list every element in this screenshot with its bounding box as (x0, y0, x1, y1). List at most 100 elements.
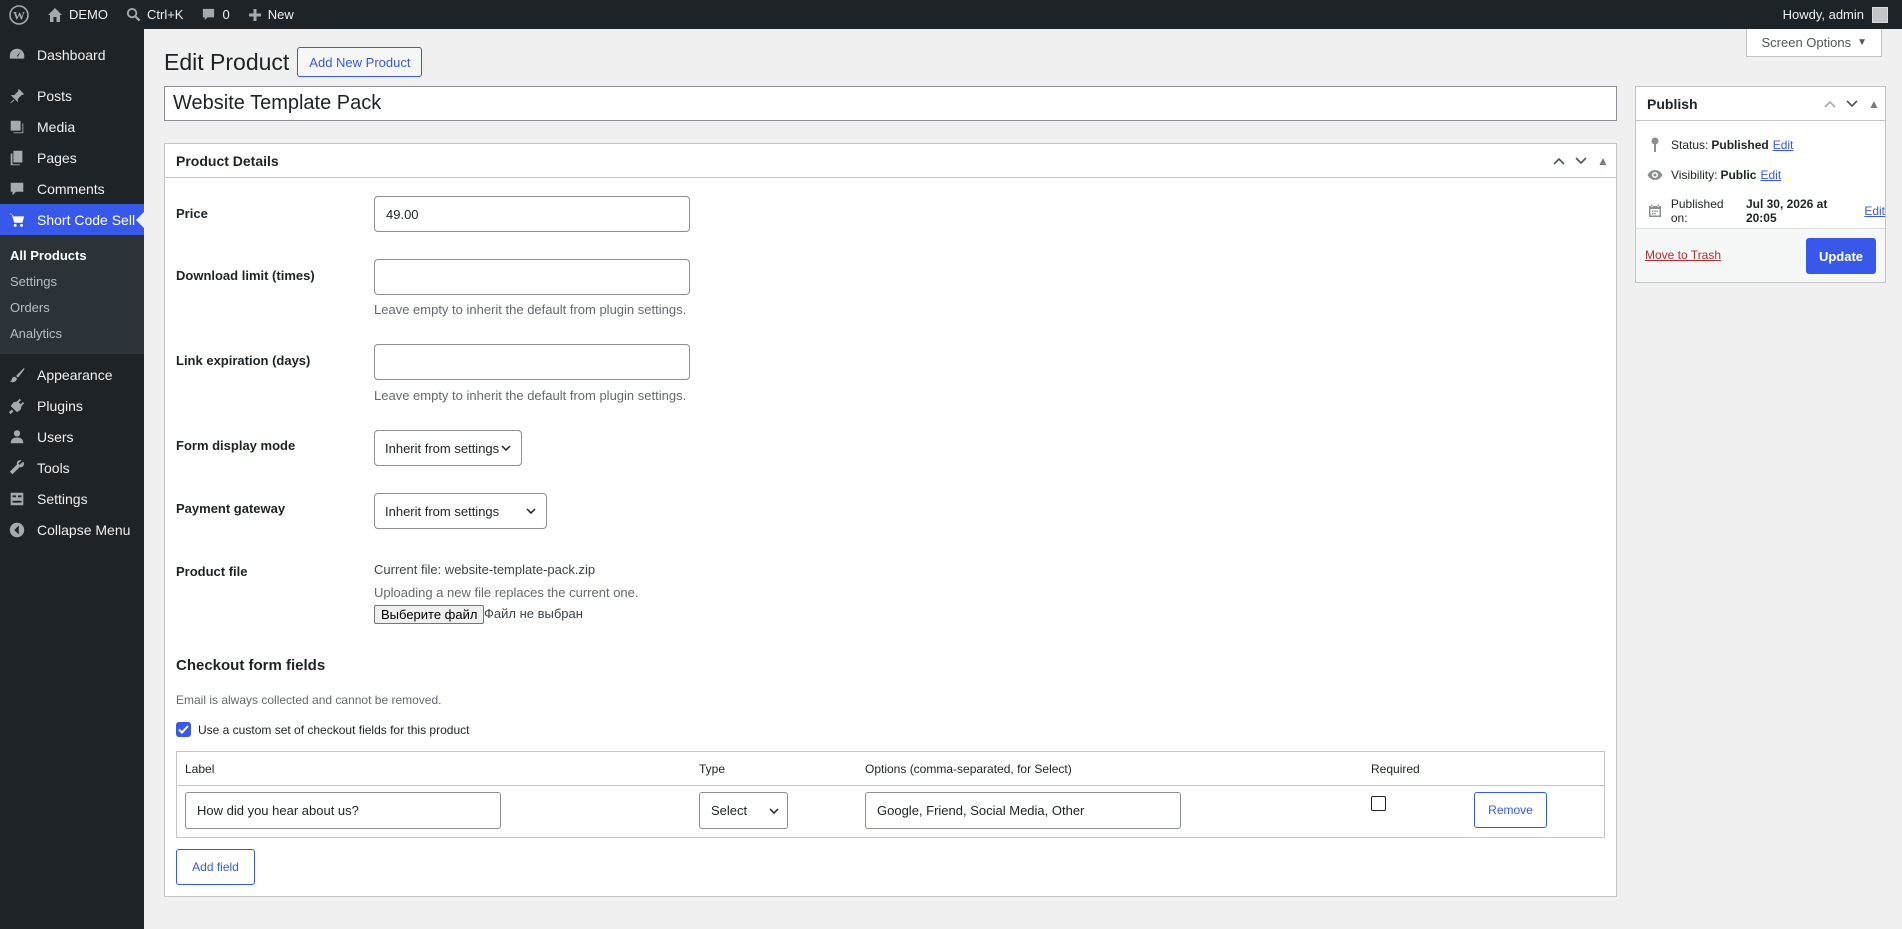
edit-date-link[interactable]: Edit (1864, 204, 1885, 218)
toggle-panel-icon[interactable]: ▲ (1863, 87, 1885, 121)
remove-field-button[interactable]: Remove (1474, 792, 1547, 828)
media-icon (7, 117, 27, 137)
form-display-mode-select[interactable]: Inherit from settings (374, 430, 522, 466)
submenu-item-analytics[interactable]: Analytics (0, 320, 144, 346)
sidebar-item-appearance[interactable]: Appearance (0, 359, 144, 390)
price-label: Price (176, 206, 208, 221)
comments-count: 0 (222, 7, 230, 22)
move-down-icon[interactable] (1841, 87, 1863, 121)
file-replace-note: Uploading a new file replaces the curren… (374, 585, 639, 600)
field-required-checkbox[interactable] (1371, 796, 1386, 811)
move-up-icon[interactable] (1819, 87, 1841, 121)
page-title: Edit Product (164, 48, 290, 75)
checkout-fields-table: Label Type Options (comma-separated, for… (176, 751, 1605, 838)
status-value: Published (1711, 138, 1769, 152)
sidebar-item-label: Pages (37, 149, 77, 166)
post-title-input[interactable]: Website Template Pack (164, 86, 1617, 121)
sidebar-item-label: Plugins (37, 397, 83, 414)
published-on-value: Jul 30, 2026 at 20:05 (1745, 197, 1828, 225)
plus-icon (248, 8, 262, 22)
link-expiration-label: Link expiration (days) (176, 353, 311, 368)
new-content-link[interactable]: New (239, 0, 303, 29)
command-palette-link[interactable]: Ctrl+K (117, 0, 192, 29)
product-details-title: Product Details (176, 152, 279, 169)
move-down-icon[interactable] (1570, 144, 1592, 178)
field-options-input[interactable]: Google, Friend, Social Media, Other (865, 792, 1181, 829)
admin-bar: W DEMO Ctrl+K 0 New Howdy, admin (0, 0, 1902, 29)
download-limit-description: Leave empty to inherit the default from … (374, 302, 687, 317)
collapse-icon (7, 520, 27, 540)
publish-header: Publish ▲ (1636, 87, 1885, 121)
edit-visibility-link[interactable]: Edit (1760, 168, 1781, 182)
sidebar-item-pages[interactable]: Pages (0, 142, 144, 173)
download-limit-input[interactable] (374, 259, 690, 295)
column-header-required: Required (1371, 762, 1420, 776)
admin-sidebar: Dashboard Posts Media Pages Comments Sho… (0, 29, 144, 929)
sidebar-item-label: Tools (37, 459, 70, 476)
table-header: Label Type Options (comma-separated, for… (177, 752, 1604, 786)
collapse-menu-button[interactable]: Collapse Menu (0, 514, 144, 545)
link-expiration-input[interactable] (374, 344, 690, 380)
sidebar-item-label: Dashboard (37, 46, 106, 63)
no-file-chosen-text: Файл не выбран (484, 606, 583, 621)
edit-status-link[interactable]: Edit (1773, 138, 1794, 152)
form-display-mode-value: Inherit from settings (385, 440, 500, 456)
submenu-item-settings[interactable]: Settings (0, 268, 144, 294)
checkout-fields-title: Checkout form fields (176, 657, 326, 674)
custom-fields-checkbox[interactable] (176, 722, 191, 737)
sidebar-item-settings[interactable]: Settings (0, 483, 144, 514)
field-type-select[interactable]: Select (699, 792, 788, 829)
publish-box: Publish ▲ Status: Published Edit Visibil… (1635, 86, 1886, 283)
visibility-value: Public (1720, 168, 1757, 182)
custom-fields-checkbox-row[interactable]: Use a custom set of checkout fields for … (176, 722, 469, 737)
price-input[interactable]: 49.00 (374, 196, 690, 232)
sidebar-item-label: Settings (37, 490, 88, 507)
comments-link[interactable]: 0 (192, 0, 238, 29)
choose-file-button[interactable]: Выберите файл (374, 605, 485, 624)
sidebar-item-label: Media (37, 118, 76, 135)
plugin-icon (7, 396, 27, 416)
sidebar-item-plugins[interactable]: Plugins (0, 390, 144, 421)
caret-down-icon: ▼ (1857, 37, 1867, 48)
move-up-icon[interactable] (1548, 144, 1570, 178)
sidebar-item-label: Posts (37, 87, 73, 104)
add-field-button[interactable]: Add field (176, 849, 255, 885)
sidebar-item-media[interactable]: Media (0, 111, 144, 142)
screen-options-button[interactable]: Screen Options ▼ (1746, 29, 1882, 57)
my-account-link[interactable]: Howdy, admin (1774, 0, 1902, 29)
users-icon (7, 427, 27, 447)
sidebar-item-label: Users (37, 428, 74, 445)
cart-icon (7, 210, 27, 230)
product-details-box: Product Details ▲ Price 49.00 Download l… (164, 143, 1617, 897)
sidebar-item-comments[interactable]: Comments (0, 173, 144, 204)
update-button[interactable]: Update (1806, 238, 1876, 274)
site-name-link[interactable]: DEMO (38, 0, 117, 29)
published-on-label: Published on: (1670, 197, 1724, 225)
link-expiration-description: Leave empty to inherit the default from … (374, 388, 687, 403)
payment-gateway-label: Payment gateway (176, 501, 286, 516)
chevron-down-icon (501, 445, 511, 451)
wordpress-logo-icon[interactable]: W (0, 0, 38, 29)
move-to-trash-link[interactable]: Move to Trash (1645, 248, 1721, 262)
sidebar-item-users[interactable]: Users (0, 421, 144, 452)
add-new-product-button[interactable]: Add New Product (297, 47, 423, 77)
payment-gateway-select[interactable]: Inherit from settings (374, 493, 547, 529)
custom-fields-checkbox-label: Use a custom set of checkout fields for … (198, 722, 470, 737)
sidebar-item-tools[interactable]: Tools (0, 452, 144, 483)
chevron-down-icon (769, 807, 779, 814)
new-label: New (267, 7, 294, 22)
toggle-panel-icon[interactable]: ▲ (1592, 144, 1614, 178)
submenu-item-orders[interactable]: Orders (0, 294, 144, 320)
submenu-item-all-products[interactable]: All Products (0, 242, 144, 268)
brush-icon (7, 365, 27, 385)
shortcut-label: Ctrl+K (147, 7, 184, 22)
screen-options-label: Screen Options (1761, 35, 1852, 50)
sidebar-item-posts[interactable]: Posts (0, 80, 144, 111)
publish-title: Publish (1647, 95, 1698, 112)
field-label-input[interactable]: How did you hear about us? (185, 792, 501, 829)
sidebar-item-dashboard[interactable]: Dashboard (0, 39, 144, 70)
sidebar-item-short-code-sell[interactable]: Short Code Sell (0, 204, 144, 235)
post-status-row: Status: Published Edit (1647, 137, 1793, 153)
settings-icon (7, 489, 27, 509)
visibility-row: Visibility: Public Edit (1647, 167, 1781, 183)
